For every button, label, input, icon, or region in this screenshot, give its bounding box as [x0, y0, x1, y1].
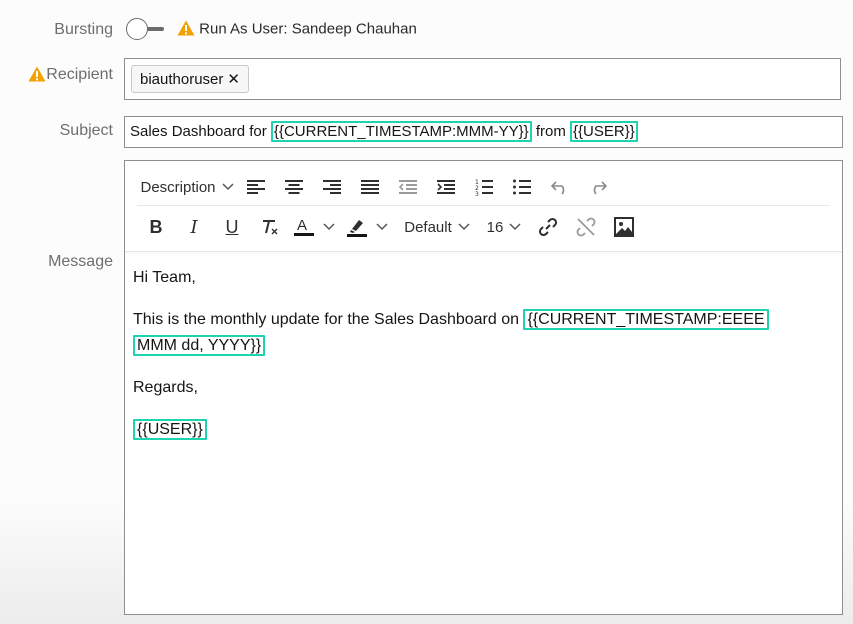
- align-left-button[interactable]: [237, 172, 275, 202]
- subject-input[interactable]: Sales Dashboard for {{CURRENT_TIMESTAMP:…: [124, 116, 843, 148]
- subject-text-from: from: [531, 123, 571, 140]
- underline-icon: U: [225, 216, 239, 237]
- body-timestamp-token-part1: {{CURRENT_TIMESTAMP:EEEE: [523, 309, 769, 330]
- subject-label: Subject: [59, 122, 113, 139]
- font-size-dropdown[interactable]: 16: [479, 212, 529, 242]
- highlight-color-button[interactable]: [339, 212, 395, 242]
- bulleted-list-icon: [513, 179, 531, 195]
- message-label: Message: [48, 253, 113, 270]
- chevron-down-icon: [376, 223, 388, 231]
- numbered-list-icon: 123: [475, 179, 493, 196]
- run-as-user: Run As User: Sandeep Chauhan: [177, 20, 417, 38]
- image-icon: [614, 217, 634, 237]
- editor-content[interactable]: Hi Team, This is the monthly update for …: [133, 265, 834, 459]
- subject-user-token: {{USER}}: [570, 121, 638, 142]
- recipient-chip-label: biauthoruser: [140, 71, 224, 88]
- italic-icon: I: [190, 216, 198, 238]
- recipient-input[interactable]: biauthoruser ✕: [124, 58, 841, 100]
- signature-line: {{USER}}: [133, 417, 834, 443]
- italic-button[interactable]: I: [175, 212, 213, 242]
- chevron-down-icon: [221, 183, 234, 191]
- subject-timestamp-token: {{CURRENT_TIMESTAMP:MMM-YY}}: [270, 121, 532, 142]
- recipient-chip[interactable]: biauthoruser ✕: [131, 65, 249, 93]
- toggle-knob[interactable]: [126, 18, 148, 40]
- align-right-button[interactable]: [313, 172, 351, 202]
- link-icon: [538, 217, 558, 237]
- unlink-icon: [576, 217, 596, 237]
- justify-icon: [361, 180, 379, 194]
- body-line: This is the monthly update for the Sales…: [133, 307, 834, 359]
- run-as-text: Run As User: Sandeep Chauhan: [199, 20, 417, 38]
- insert-link-button[interactable]: [529, 212, 567, 242]
- toolbar-row-2: B I U A Default 16: [137, 209, 643, 245]
- font-size-label: 16: [486, 218, 504, 236]
- insert-image-button[interactable]: [605, 212, 643, 242]
- recipient-label-text: Recipient: [46, 66, 113, 83]
- indent-icon: [437, 180, 455, 194]
- chevron-down-icon: [323, 223, 335, 231]
- bursting-toggle[interactable]: [126, 18, 164, 40]
- numbered-list-button[interactable]: 123: [465, 172, 503, 202]
- bursting-label: Bursting: [54, 21, 113, 38]
- subject-text: Sales Dashboard for: [130, 123, 271, 140]
- svg-text:A: A: [297, 217, 307, 234]
- redo-button[interactable]: [579, 172, 617, 202]
- text-color-button[interactable]: A: [289, 212, 339, 242]
- chevron-down-icon: [458, 223, 470, 231]
- bulleted-list-button[interactable]: [503, 172, 541, 202]
- font-dropdown[interactable]: Default: [395, 212, 479, 242]
- signature-user-token: {{USER}}: [133, 419, 207, 440]
- highlighter-icon: [347, 220, 367, 237]
- undo-icon: [551, 181, 565, 195]
- undo-button[interactable]: [541, 172, 579, 202]
- align-right-icon: [323, 180, 341, 194]
- outdent-button[interactable]: [389, 172, 427, 202]
- remove-link-button[interactable]: [567, 212, 605, 242]
- underline-button[interactable]: U: [213, 212, 251, 242]
- clear-formatting-icon: [263, 220, 278, 235]
- bold-button[interactable]: B: [137, 212, 175, 242]
- warning-icon: [177, 20, 195, 36]
- text-color-icon: A: [294, 217, 314, 236]
- justify-button[interactable]: [351, 172, 389, 202]
- redo-icon: [593, 181, 607, 195]
- remove-chip-icon[interactable]: ✕: [227, 71, 240, 88]
- outdent-icon: [399, 180, 417, 194]
- body-timestamp-token-part2: MMM dd, YYYY}}: [133, 335, 266, 356]
- message-editor[interactable]: Description 123 B I U A Default 16 Hi Te…: [124, 160, 843, 615]
- closing-line: Regards,: [133, 379, 198, 396]
- chevron-down-icon: [509, 223, 521, 231]
- format-dropdown-label: Description: [140, 178, 216, 196]
- indent-button[interactable]: [427, 172, 465, 202]
- align-center-button[interactable]: [275, 172, 313, 202]
- recipient-label: Recipient: [25, 66, 113, 84]
- warning-icon: [28, 66, 46, 82]
- toolbar-row-1: Description 123: [137, 169, 830, 206]
- clear-formatting-button[interactable]: [251, 212, 289, 242]
- greeting-line: Hi Team,: [133, 269, 196, 286]
- svg-text:3: 3: [475, 191, 479, 196]
- align-left-icon: [247, 180, 265, 194]
- align-center-icon: [285, 180, 303, 194]
- bold-icon: B: [149, 216, 163, 237]
- body-text: This is the monthly update for the Sales…: [133, 311, 524, 328]
- format-dropdown[interactable]: Description: [137, 172, 237, 202]
- editor-toolbar: Description 123 B I U A Default 16: [125, 161, 842, 252]
- font-dropdown-label: Default: [404, 218, 452, 236]
